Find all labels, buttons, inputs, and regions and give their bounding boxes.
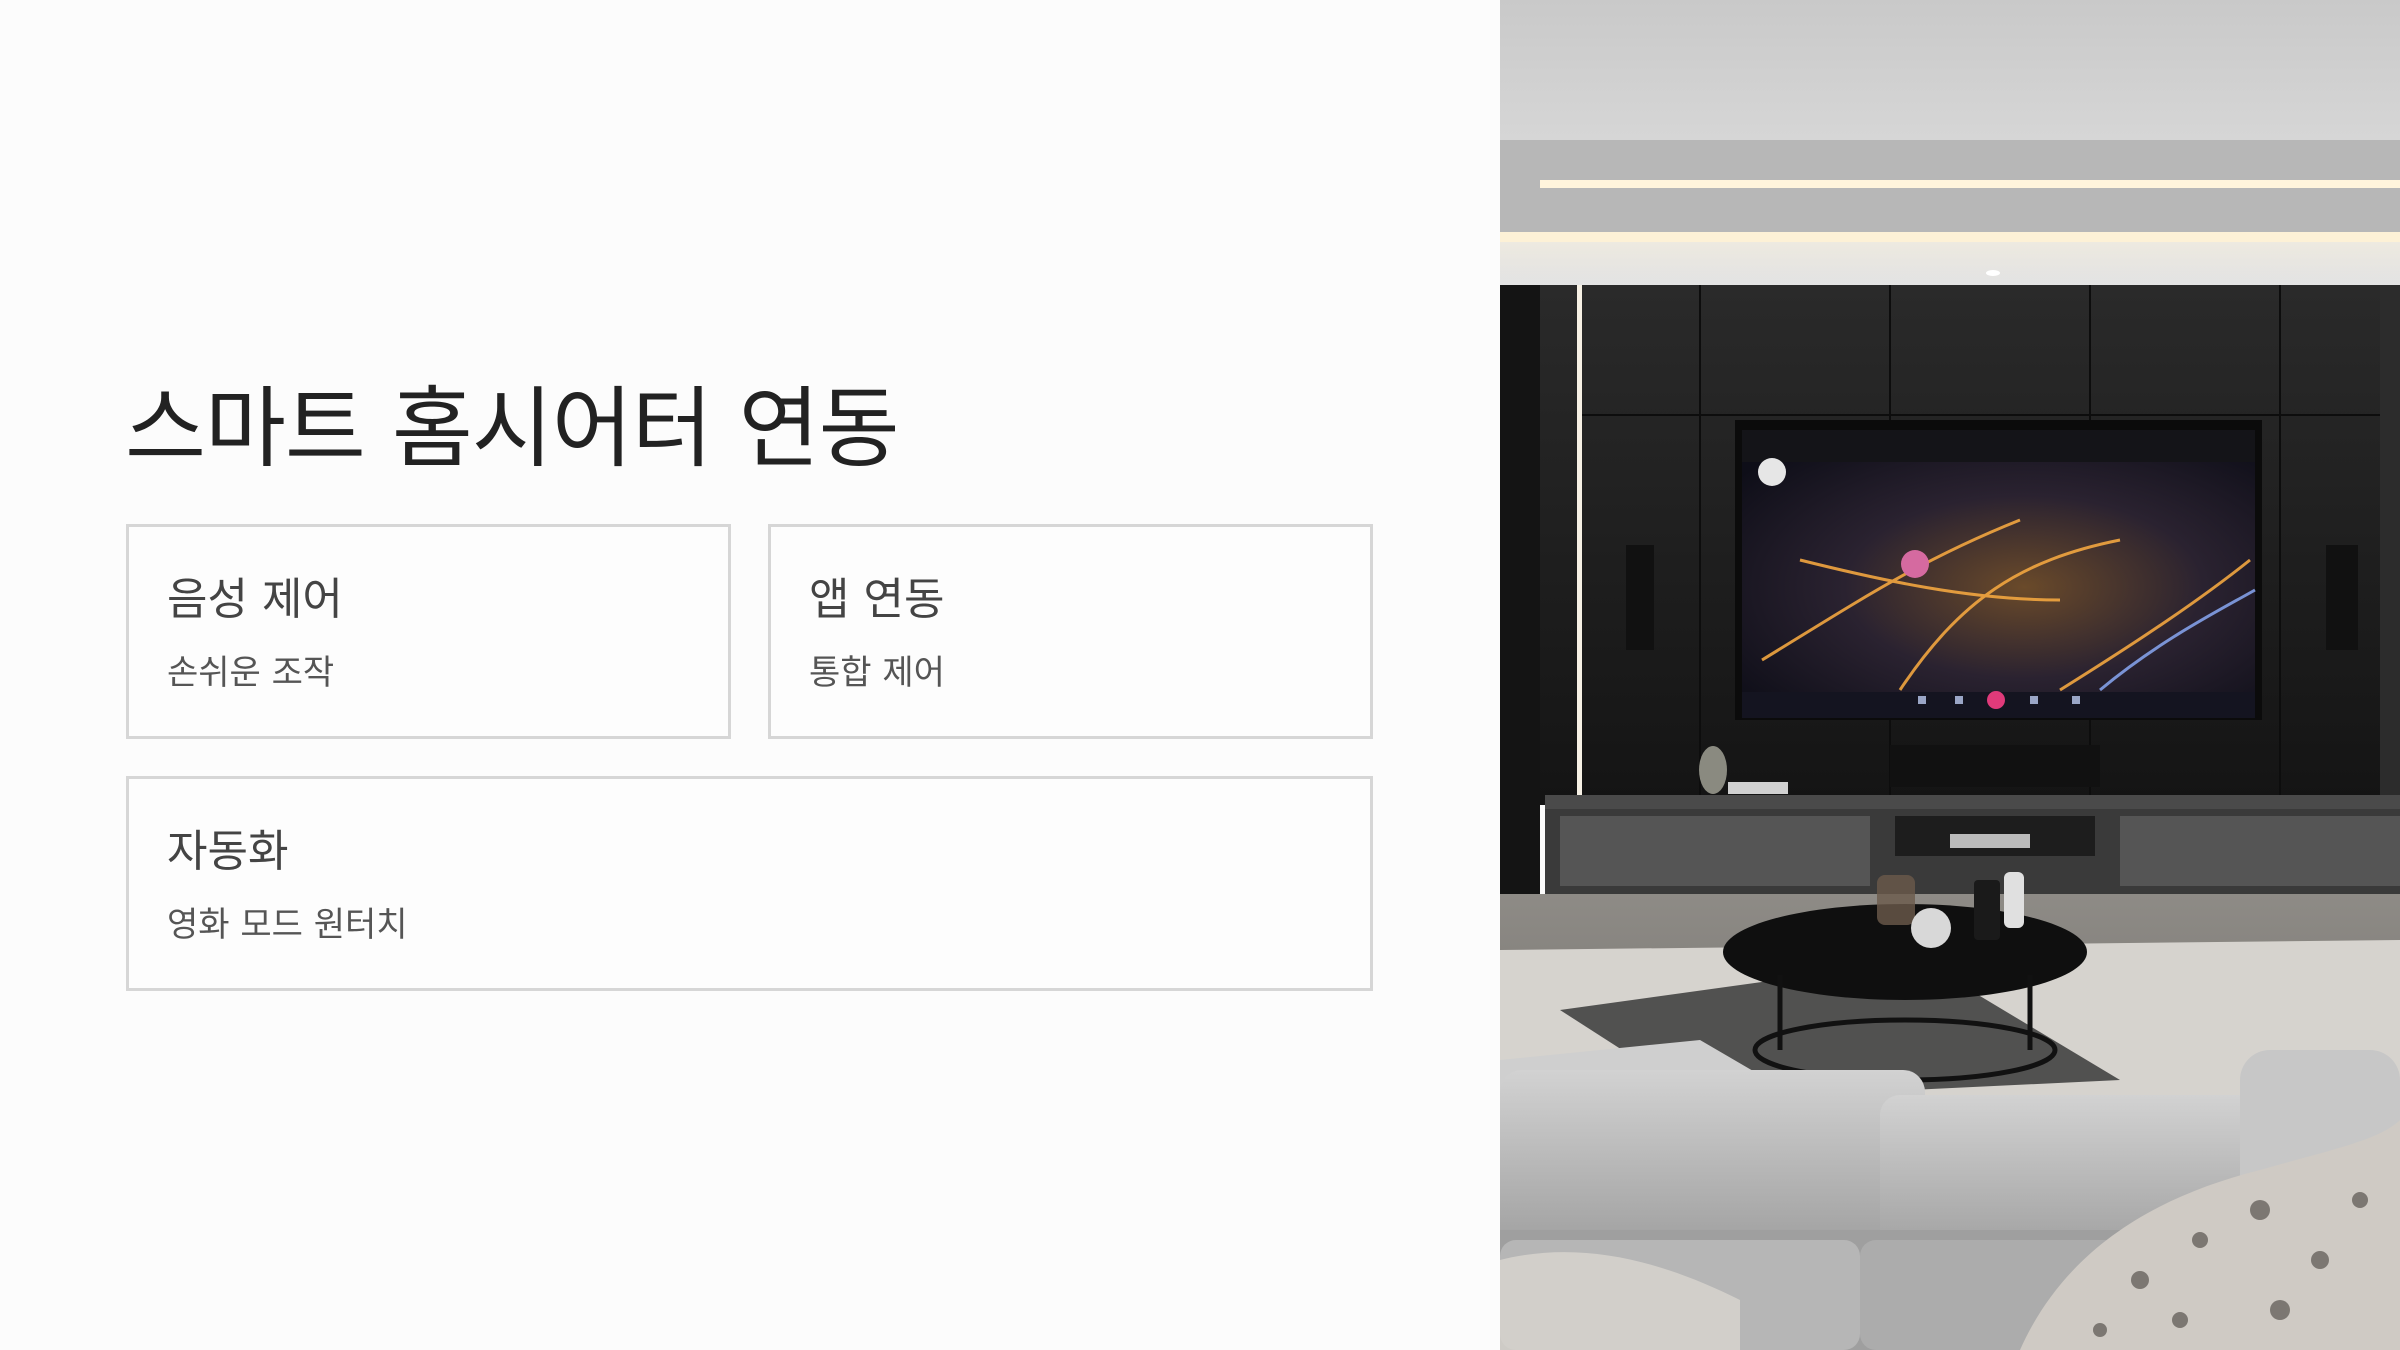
- card-subtitle: 손쉬운 조작: [167, 653, 335, 693]
- page-title: 스마트 홈시어터 연동: [125, 377, 900, 480]
- card-title: 앱 연동: [809, 574, 945, 625]
- feature-card-app-integration: 앱 연동 통합 제어: [768, 524, 1373, 739]
- card-title: 자동화: [167, 826, 289, 877]
- feature-card-automation: 자동화 영화 모드 원터치: [126, 776, 1373, 991]
- home-theater-photo: [1500, 0, 2400, 1350]
- media-console: [1545, 795, 2400, 809]
- slide: 스마트 홈시어터 연동 음성 제어 손쉬운 조작 앱 연동 통합 제어 자동화 …: [0, 0, 2400, 1350]
- card-title: 음성 제어: [167, 574, 343, 625]
- feature-card-voice-control: 음성 제어 손쉬운 조작: [126, 524, 731, 739]
- card-subtitle: 영화 모드 원터치: [167, 905, 408, 945]
- text-panel: 스마트 홈시어터 연동 음성 제어 손쉬운 조작 앱 연동 통합 제어 자동화 …: [0, 0, 1500, 1350]
- card-subtitle: 통합 제어: [809, 653, 945, 693]
